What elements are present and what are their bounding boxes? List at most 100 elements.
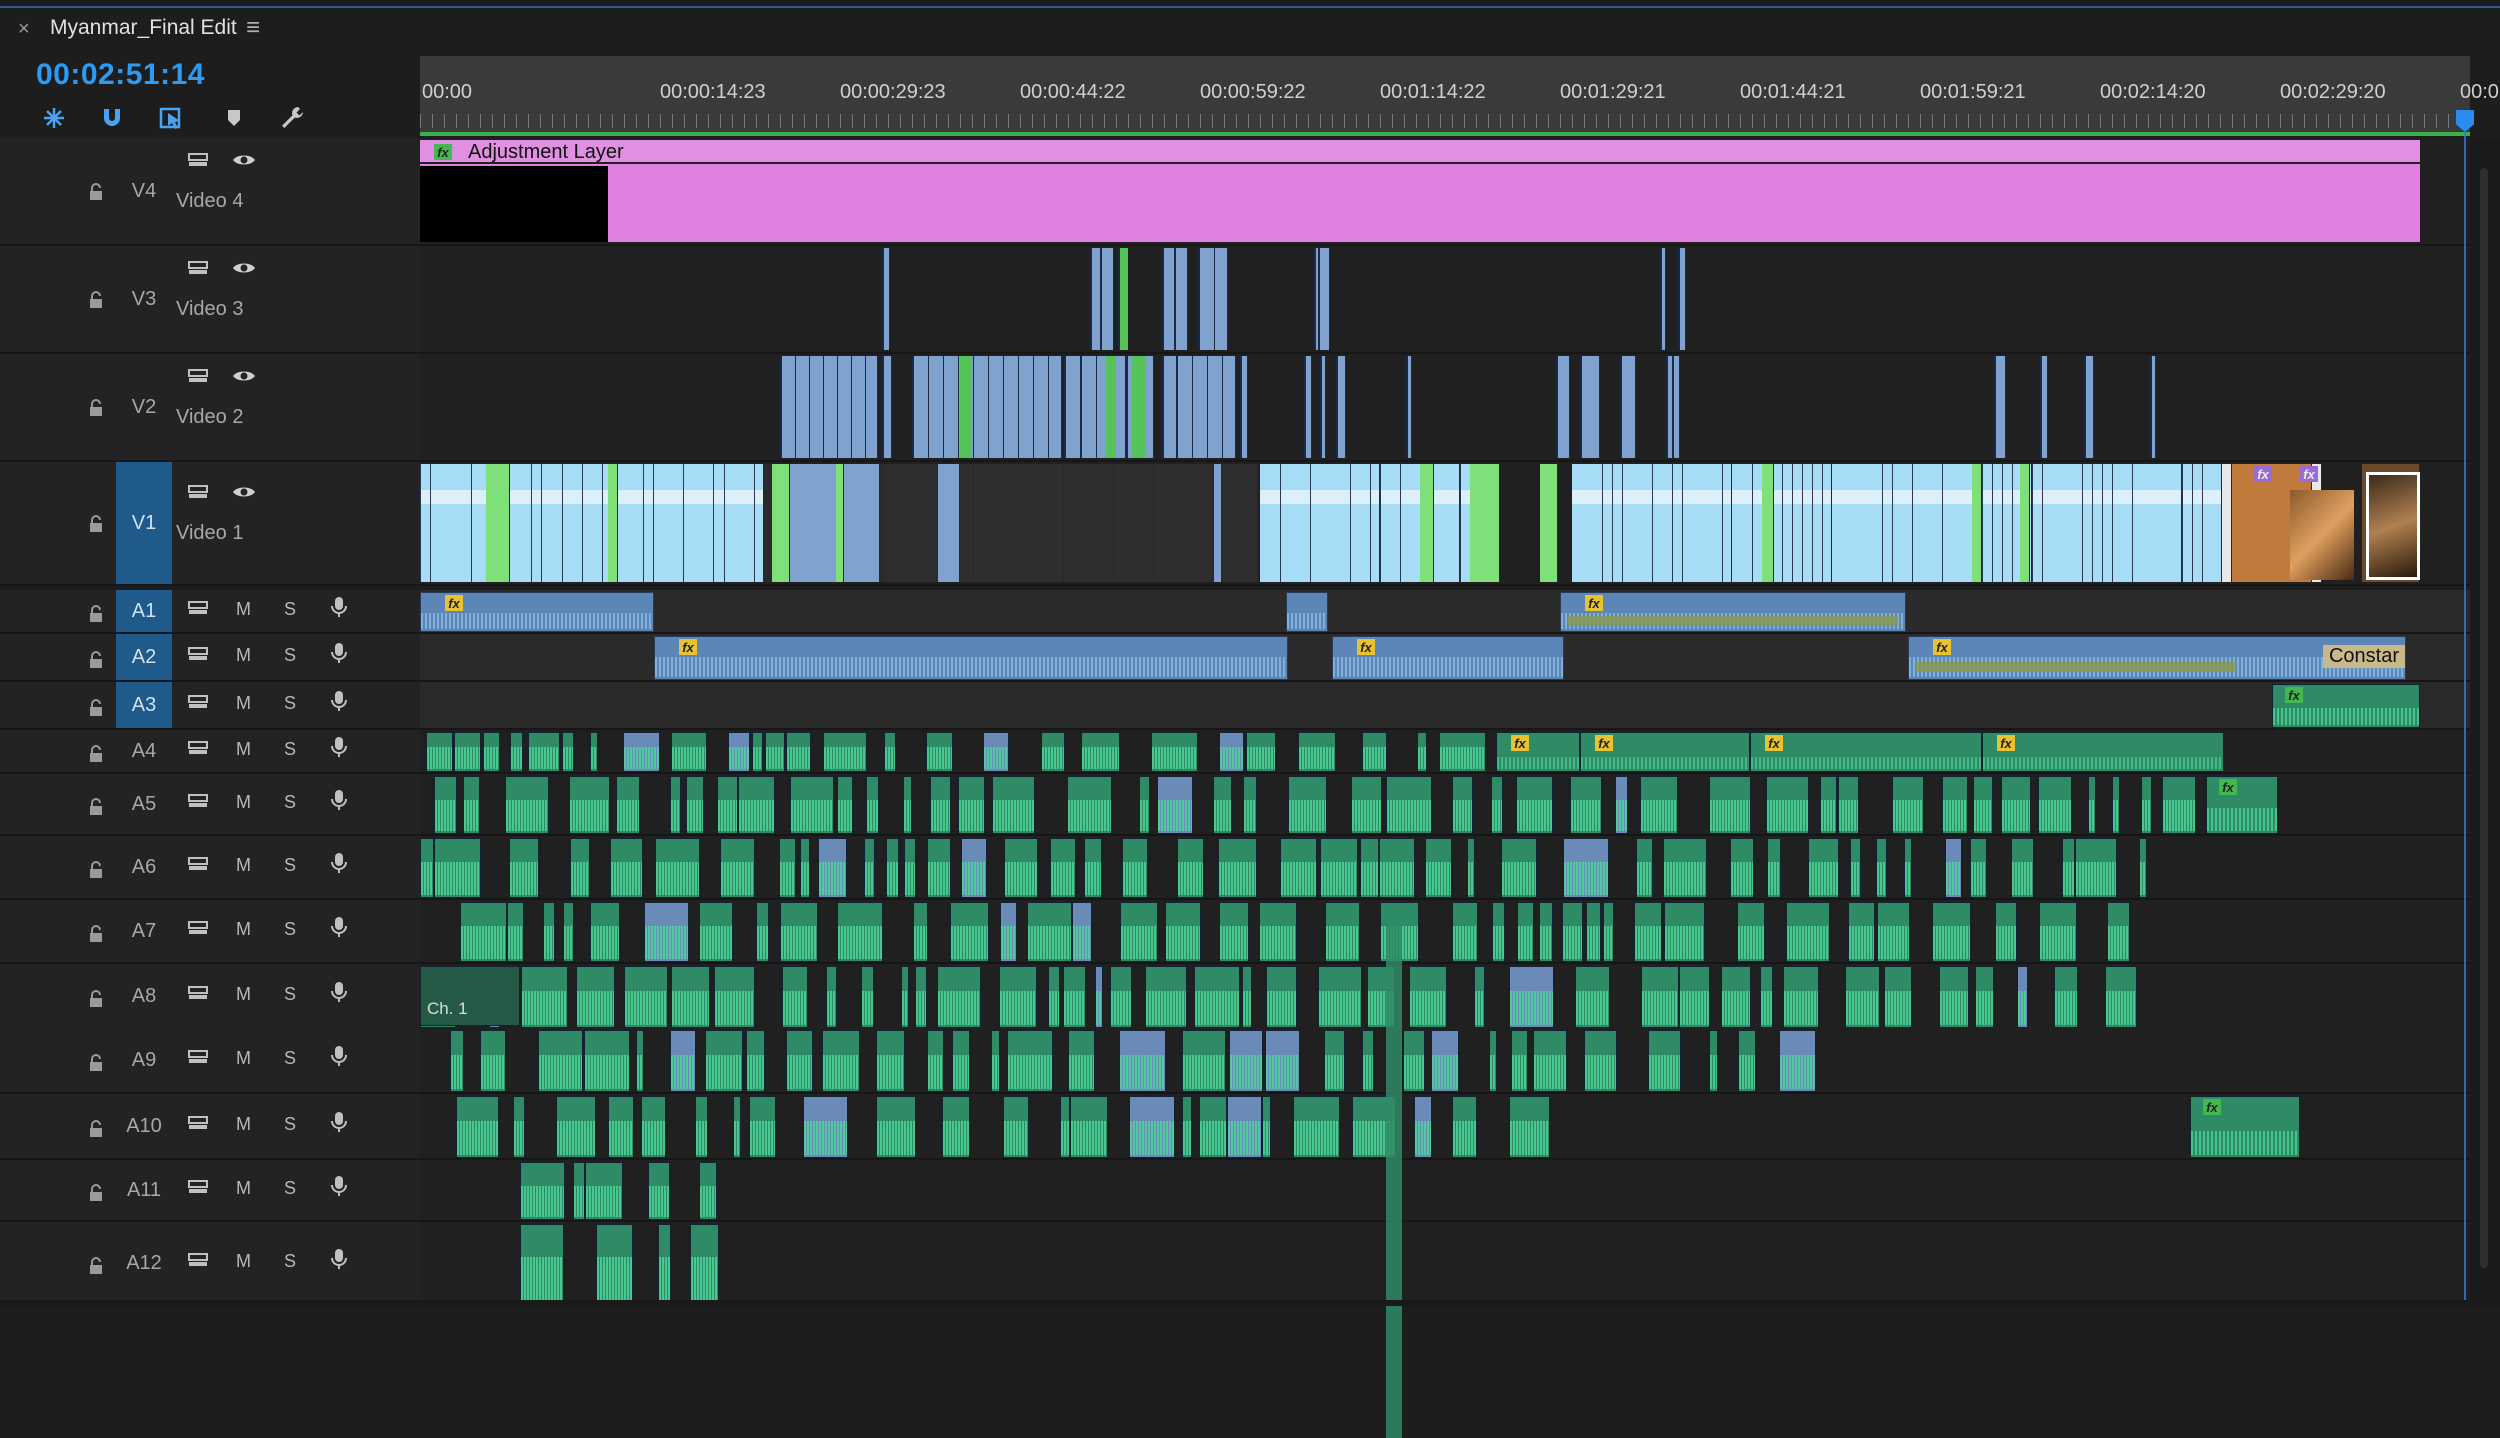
audio-clip[interactable] (790, 776, 834, 834)
audio-clip[interactable] (961, 838, 987, 898)
audio-clip[interactable] (596, 1224, 633, 1304)
audio-clip[interactable] (1737, 902, 1765, 962)
video-clip[interactable] (784, 464, 880, 582)
audio-clip[interactable]: fx (2272, 684, 2420, 728)
audio-clip[interactable] (1120, 902, 1158, 962)
track-lane-a7[interactable] (420, 900, 2470, 964)
audio-clip[interactable]: fx (1580, 732, 1750, 772)
video-clip[interactable] (1198, 248, 1228, 350)
audio-clip[interactable] (901, 966, 909, 1028)
video-clip[interactable] (1832, 464, 2032, 582)
track-lane-a12[interactable] (420, 1222, 2470, 1306)
audio-clip[interactable] (1110, 966, 1132, 1028)
audio-clip[interactable] (562, 732, 574, 772)
video-clip-green[interactable] (1470, 464, 1500, 582)
audio-clip[interactable] (480, 1030, 506, 1092)
toggle-sync-lock-icon[interactable] (186, 258, 210, 278)
audio-clip[interactable] (2139, 838, 2147, 898)
audio-clip[interactable] (782, 966, 808, 1028)
audio-clip[interactable] (1199, 1096, 1227, 1158)
solo-track-button[interactable]: S (284, 1114, 296, 1135)
audio-clip[interactable] (1603, 902, 1614, 962)
video-clip[interactable] (1304, 356, 1312, 458)
audio-clip[interactable] (2088, 776, 2096, 834)
audio-clip[interactable] (520, 1224, 564, 1304)
video-clip[interactable] (960, 464, 974, 582)
voice-over-record-icon[interactable] (330, 1248, 354, 1269)
video-clip[interactable] (912, 356, 1062, 458)
mute-track-button[interactable]: M (236, 693, 251, 714)
audio-clip[interactable] (1509, 966, 1554, 1028)
audio-clip[interactable] (1007, 1030, 1053, 1092)
audio-clip[interactable] (636, 1030, 644, 1092)
audio-clip[interactable] (2075, 838, 2117, 898)
audio-clip[interactable] (864, 838, 875, 898)
audio-clip[interactable] (1489, 1030, 1497, 1092)
video-clip-green[interactable] (1132, 356, 1146, 458)
video-clip[interactable] (1214, 464, 1222, 582)
audio-clip[interactable]: fx (2206, 776, 2278, 834)
video-clip[interactable] (1556, 356, 1570, 458)
audio-clip[interactable] (1721, 966, 1751, 1028)
voice-over-record-icon[interactable] (330, 1045, 354, 1066)
audio-clip[interactable] (765, 732, 785, 772)
track-target-a12[interactable]: A12 (116, 1222, 172, 1304)
audio-clip[interactable] (509, 838, 539, 898)
audio-clip[interactable] (1539, 902, 1553, 962)
audio-clip[interactable] (648, 1162, 670, 1220)
audio-clip[interactable] (950, 902, 989, 962)
track-lane-v3[interactable] (420, 246, 2470, 354)
toggle-sync-lock-icon[interactable] (186, 366, 210, 386)
track-lane-a6[interactable] (420, 836, 2470, 900)
audio-clip[interactable] (1838, 776, 1859, 834)
audio-clip[interactable] (2039, 902, 2077, 962)
audio-clip[interactable] (1848, 902, 1875, 962)
panel-menu-icon[interactable]: ≡ (246, 14, 260, 42)
track-lock-icon[interactable] (88, 1119, 104, 1139)
audio-clip[interactable] (2062, 838, 2075, 898)
video-clip[interactable] (1080, 356, 1126, 458)
video-clip[interactable] (2032, 464, 2182, 582)
audio-clip[interactable] (426, 732, 453, 772)
audio-clip[interactable] (1679, 966, 1710, 1028)
audio-clip[interactable] (1932, 902, 1971, 962)
audio-clip[interactable] (1243, 776, 1257, 834)
audio-clip[interactable] (952, 1030, 970, 1092)
track-lock-icon[interactable] (88, 182, 104, 202)
audio-clip[interactable] (1003, 1096, 1029, 1158)
solo-track-button[interactable]: S (284, 1048, 296, 1069)
audio-clip[interactable] (2141, 776, 2152, 834)
audio-clip[interactable] (983, 732, 1009, 772)
audio-clip[interactable] (1068, 1030, 1095, 1092)
video-clip[interactable] (1222, 464, 1258, 582)
audio-clip[interactable] (1067, 776, 1112, 834)
video-clip[interactable] (2182, 464, 2222, 582)
video-clip[interactable] (2150, 356, 2156, 458)
audio-clip[interactable] (861, 966, 874, 1028)
track-lock-icon[interactable] (88, 797, 104, 817)
audio-clip[interactable] (1439, 732, 1486, 772)
audio-clip[interactable] (1320, 838, 1358, 898)
audio-clip[interactable] (2105, 966, 2137, 1028)
audio-clip[interactable] (2001, 776, 2031, 834)
mute-track-button[interactable]: M (236, 599, 251, 620)
audio-clip[interactable] (624, 966, 668, 1028)
video-clip[interactable] (884, 464, 938, 582)
audio-clip[interactable] (1145, 966, 1187, 1028)
track-lock-icon[interactable] (88, 860, 104, 880)
playhead-line[interactable] (2464, 132, 2466, 1306)
timeline-tracks-area[interactable]: fx Adjustment Layer fx fx fx fx fx fx fx Constar f… (420, 138, 2470, 1438)
audio-clip[interactable] (2112, 776, 2120, 834)
audio-clip[interactable] (1403, 1030, 1425, 1092)
audio-clip[interactable] (1845, 966, 1880, 1028)
audio-clip[interactable] (1663, 838, 1707, 898)
voice-over-record-icon[interactable] (330, 789, 354, 810)
audio-clip[interactable] (1324, 1030, 1345, 1092)
audio-clip[interactable]: fx (1750, 732, 1982, 772)
audio-clip[interactable] (903, 776, 912, 834)
audio-clip[interactable] (1767, 838, 1781, 898)
video-clip-green[interactable] (836, 464, 844, 582)
audio-clip[interactable] (720, 838, 755, 898)
mute-track-button[interactable]: M (236, 855, 251, 876)
audio-clip[interactable] (1491, 776, 1503, 834)
